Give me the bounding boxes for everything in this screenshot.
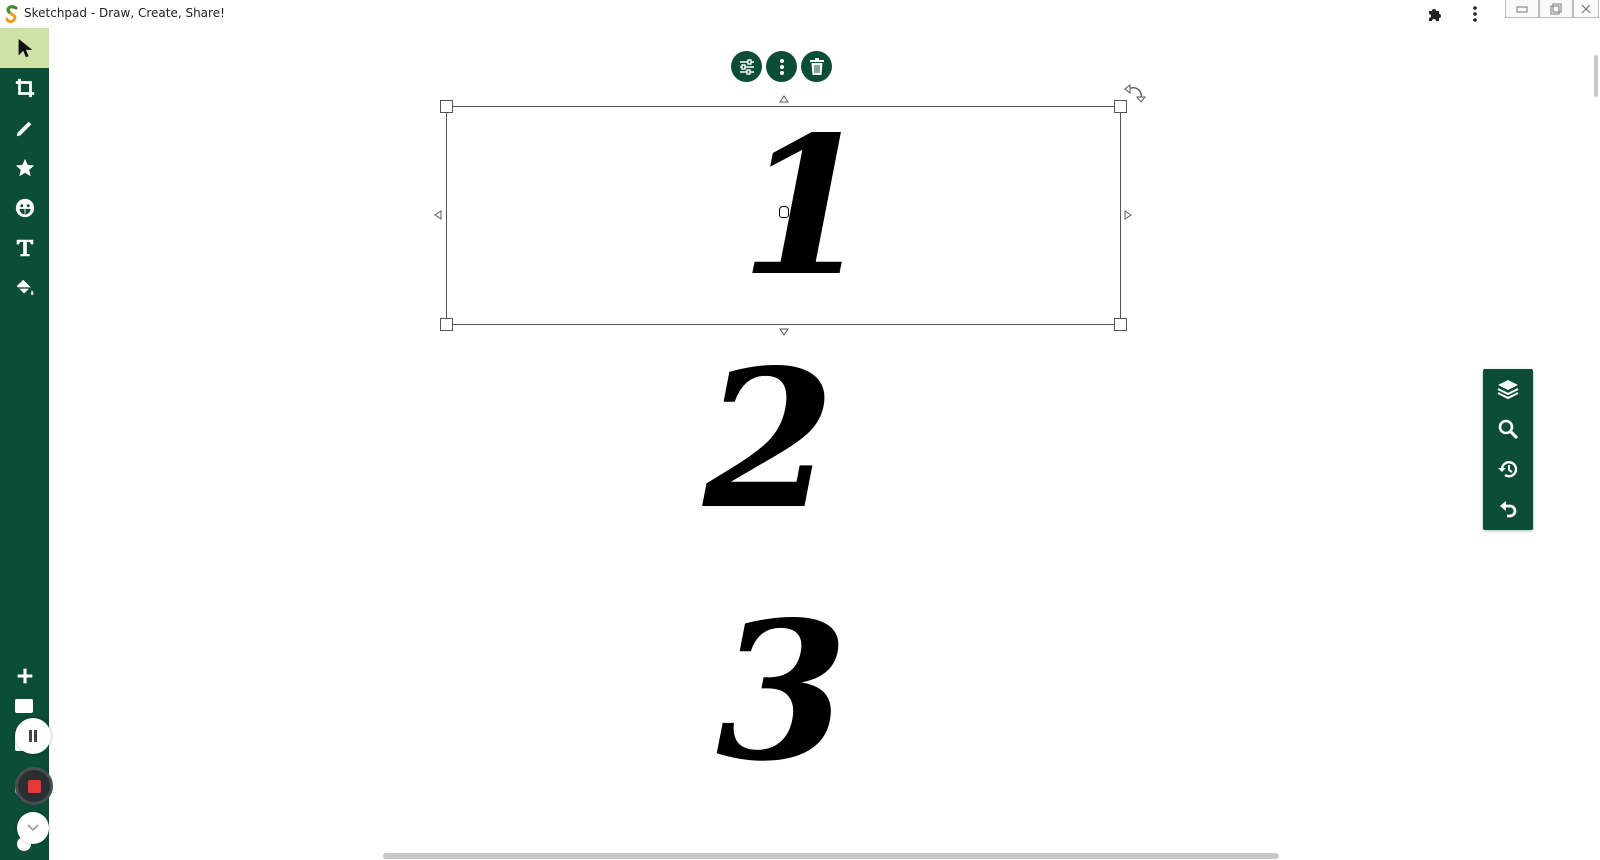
tool-shapes[interactable] xyxy=(0,148,49,188)
undo-icon xyxy=(1500,501,1517,518)
folder-icon[interactable] xyxy=(15,699,33,713)
more-options-button[interactable] xyxy=(766,51,797,82)
select-arrow-icon xyxy=(18,38,32,58)
undo-button[interactable] xyxy=(1483,489,1533,529)
adjust-icon xyxy=(739,58,754,75)
resize-handle-bottom-right[interactable] xyxy=(1114,318,1127,331)
numeral-three[interactable]: 3 xyxy=(716,597,848,787)
close-icon xyxy=(1581,4,1591,13)
tool-crop[interactable] xyxy=(0,68,49,108)
zoom-button[interactable] xyxy=(1483,409,1533,449)
tool-text[interactable] xyxy=(0,228,49,268)
resize-handle-top-left[interactable] xyxy=(440,100,453,113)
numeral-two[interactable]: 2 xyxy=(703,345,835,535)
pencil-icon xyxy=(16,121,31,137)
sketchpad-app: Sketchpad - Draw, Create, Share! 1 2 3 xyxy=(0,0,1600,860)
restore-button[interactable] xyxy=(1539,0,1573,18)
window-title: Sketchpad - Draw, Create, Share! xyxy=(24,6,225,20)
rotate-handle-icon[interactable] xyxy=(1122,82,1146,106)
delete-button[interactable] xyxy=(801,51,832,82)
paint-bucket-icon xyxy=(16,279,33,296)
sketchpad-logo-icon xyxy=(5,5,18,23)
chevron-down-icon xyxy=(27,824,39,832)
recording-stop-button[interactable] xyxy=(15,767,53,805)
minimize-button[interactable] xyxy=(1505,0,1539,18)
adjust-button[interactable] xyxy=(731,51,762,82)
stop-icon xyxy=(27,779,41,793)
selection-context-toolbar xyxy=(731,51,832,83)
text-icon xyxy=(16,239,33,257)
recording-pause-button[interactable] xyxy=(15,718,51,754)
more-vertical-icon xyxy=(779,58,784,75)
right-tool-panel xyxy=(1483,369,1533,530)
emoji-icon xyxy=(15,198,34,218)
title-bar: Sketchpad - Draw, Create, Share! xyxy=(0,0,1600,28)
resize-handle-right[interactable] xyxy=(1121,209,1133,221)
pause-icon xyxy=(29,730,37,742)
history-icon xyxy=(1498,461,1518,478)
close-button[interactable] xyxy=(1573,0,1599,18)
tool-fill[interactable] xyxy=(0,268,49,308)
recording-collapse-button[interactable] xyxy=(17,812,49,844)
vertical-scrollbar[interactable] xyxy=(1594,55,1598,97)
tool-stickers[interactable] xyxy=(0,188,49,228)
crop-icon xyxy=(15,78,34,98)
resize-handle-left[interactable] xyxy=(433,209,445,221)
tool-pencil[interactable] xyxy=(0,108,49,148)
menu-kebab-icon[interactable] xyxy=(1466,5,1484,23)
history-button[interactable] xyxy=(1483,449,1533,489)
minimize-icon xyxy=(1516,6,1528,12)
layers-icon xyxy=(1497,380,1519,399)
tool-add[interactable] xyxy=(0,656,49,696)
tool-select[interactable] xyxy=(0,28,49,68)
layers-button[interactable] xyxy=(1483,369,1533,409)
trash-icon xyxy=(809,57,824,75)
horizontal-scrollbar[interactable] xyxy=(383,853,1279,859)
move-cursor-icon xyxy=(779,206,789,218)
resize-handle-bottom-left[interactable] xyxy=(440,318,453,331)
extensions-puzzle-icon[interactable] xyxy=(1426,5,1444,23)
search-icon xyxy=(1498,419,1518,439)
star-icon xyxy=(15,158,34,177)
add-icon xyxy=(17,668,32,684)
restore-icon xyxy=(1550,3,1562,14)
numeral-one[interactable]: 1 xyxy=(740,112,872,302)
